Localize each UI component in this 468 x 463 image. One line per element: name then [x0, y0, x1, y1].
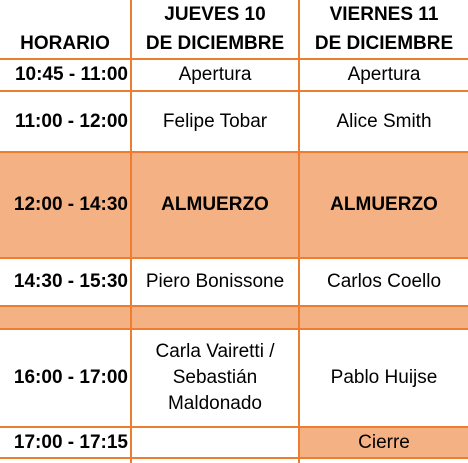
row-jueves: Felipe Tobar	[162, 111, 268, 132]
header-jueves-line1: JUEVES 10	[164, 4, 266, 25]
header-horario: HORARIO	[0, 0, 130, 58]
header-horario-label: HORARIO	[20, 33, 110, 54]
header-viernes: VIERNES 11 DE DICIEMBRE	[300, 0, 468, 58]
break-row-band	[0, 307, 468, 328]
row-jueves	[132, 428, 298, 457]
header-viernes-line1: VIERNES 11	[329, 4, 439, 25]
row-divider	[0, 58, 468, 60]
row-jueves: Carla Vairetti / Sebastián Maldonado	[132, 330, 298, 426]
row-time: 10:45 - 11:00	[14, 64, 128, 85]
row-viernes: Carlos Coello	[326, 271, 442, 292]
row-viernes: Cierre	[300, 428, 468, 457]
header-jueves: JUEVES 10 DE DICIEMBRE	[132, 0, 298, 58]
column-divider	[130, 0, 132, 463]
row-divider	[0, 305, 468, 307]
row-divider	[0, 426, 468, 428]
speaker-line: Carla Vairetti /	[155, 341, 275, 362]
header-viernes-line2: DE DICIEMBRE	[314, 33, 454, 54]
row-jueves: Apertura	[178, 64, 252, 85]
row-time: 11:00 - 12:00	[14, 111, 128, 132]
row-viernes: Apertura	[347, 64, 421, 85]
row-time: 14:30 - 15:30	[13, 271, 128, 292]
row-divider	[0, 457, 468, 459]
row-viernes: Alice Smith	[336, 111, 432, 132]
column-divider	[298, 0, 300, 463]
schedule-table: HORARIO JUEVES 10 DE DICIEMBRE VIERNES 1…	[0, 0, 468, 463]
row-divider	[0, 257, 468, 259]
row-viernes: ALMUERZO	[330, 194, 438, 215]
header-jueves-line2: DE DICIEMBRE	[145, 33, 285, 54]
row-viernes: Pablo Huijse	[330, 367, 438, 388]
row-time: 16:00 - 17:00	[13, 367, 128, 388]
speaker-line: Maldonado	[167, 393, 263, 414]
row-divider	[0, 151, 468, 153]
row-time: 12:00 - 14:30	[13, 194, 128, 215]
speaker-line: Sebastián	[172, 367, 258, 388]
row-divider	[0, 328, 468, 330]
row-jueves: ALMUERZO	[161, 194, 269, 215]
row-time: 17:00 - 17:15	[13, 431, 128, 453]
row-divider	[0, 90, 468, 92]
row-jueves: Piero Bonissone	[145, 271, 285, 292]
